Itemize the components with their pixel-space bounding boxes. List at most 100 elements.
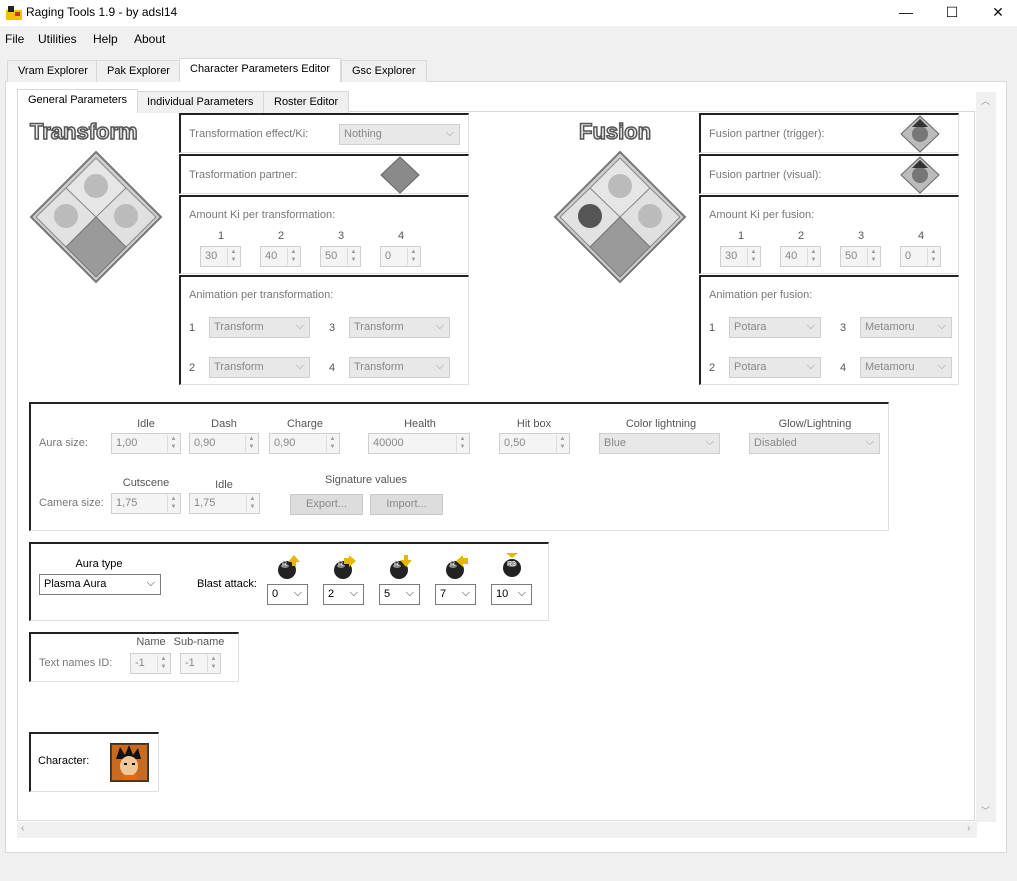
spin-arrows-icon[interactable]: ▲ ▼: [167, 495, 179, 512]
spin-arrows-icon[interactable]: ▲ ▼: [867, 248, 879, 265]
camera-idle-spin[interactable]: 1,75 ▲ ▼: [189, 493, 260, 514]
spin-arrows-icon[interactable]: ▲ ▼: [927, 248, 939, 265]
fusion-ki-spin-4[interactable]: 0 ▲ ▼: [900, 246, 941, 267]
scroll-down-icon[interactable]: ﹀: [981, 804, 990, 817]
partner-empty-icon[interactable]: [380, 156, 420, 194]
transformation-partner-label: Trasformation partner:: [189, 169, 298, 181]
blast-dropdown-1[interactable]: 0: [267, 584, 308, 605]
anim-dropdown-4[interactable]: Transform: [349, 357, 450, 378]
blast-dropdown-2[interactable]: 2: [323, 584, 364, 605]
fusion-ki-header-4: 4: [917, 230, 925, 242]
name-id-spin[interactable]: -1 ▲ ▼: [130, 653, 171, 674]
fusion-anim-dropdown-3[interactable]: Metamoru: [860, 317, 952, 338]
fusion-ki-value-2: 40: [785, 250, 798, 262]
spin-arrows-icon[interactable]: ▲ ▼: [407, 248, 419, 265]
ki-spin-3[interactable]: 50 ▲ ▼: [320, 246, 361, 267]
spin-arrows-icon[interactable]: ▲ ▼: [227, 248, 239, 265]
tab-gsc-explorer[interactable]: Gsc Explorer: [341, 60, 427, 82]
ki-spin-4[interactable]: 0 ▲ ▼: [380, 246, 421, 267]
tab-individual-parameters[interactable]: Individual Parameters: [136, 91, 265, 113]
fusion-ki-spin-2[interactable]: 40 ▲ ▼: [780, 246, 821, 267]
spin-arrows-icon[interactable]: ▲ ▼: [157, 655, 169, 672]
anim-dropdown-3[interactable]: Transform: [349, 317, 450, 338]
subname-id-value: -1: [185, 657, 195, 669]
vegeta-portrait-icon[interactable]: [900, 115, 940, 153]
scroll-right-icon[interactable]: ›: [967, 823, 970, 834]
transformation-effect-dropdown[interactable]: Nothing: [339, 124, 460, 145]
vegeta-portrait-icon[interactable]: [900, 156, 940, 194]
spin-arrows-icon[interactable]: ▲ ▼: [807, 248, 819, 265]
hitbox-spin[interactable]: 0,50 ▲ ▼: [499, 433, 570, 454]
spin-arrows-icon[interactable]: ▲ ▼: [347, 248, 359, 265]
anim-dropdown-2[interactable]: Transform: [209, 357, 310, 378]
minimize-button[interactable]: —: [883, 0, 929, 26]
transformation-animation-group: Animation per transformation: 1 Transfor…: [179, 275, 469, 385]
anim-num-3: 3: [329, 322, 336, 334]
glow-lightning-dropdown[interactable]: Disabled: [749, 433, 880, 454]
spin-arrows-icon[interactable]: ▲ ▼: [456, 435, 468, 452]
aura-type-group: Aura type Plasma Aura Blast attack: R 0 …: [29, 542, 549, 621]
spin-arrows-icon[interactable]: ▲ ▼: [747, 248, 759, 265]
export-button[interactable]: Export...: [290, 494, 363, 515]
health-spin[interactable]: 40000 ▲ ▼: [368, 433, 470, 454]
camera-size-label: Camera size:: [39, 497, 104, 509]
aura-idle-spin[interactable]: 1,00 ▲ ▼: [111, 433, 181, 454]
hitbox-header: Hit box: [516, 418, 552, 430]
r-down-icon: R: [390, 555, 412, 579]
menu-about[interactable]: About: [134, 32, 165, 46]
transform-title: Transform: [29, 118, 138, 145]
fusion-ki-header-3: 3: [857, 230, 865, 242]
r-left-icon: R: [446, 555, 468, 579]
scroll-up-icon[interactable]: ︿: [981, 94, 990, 107]
hitbox-value: 0,50: [504, 437, 526, 449]
ki-value-1: 30: [205, 250, 218, 262]
fusion-anim-dropdown-2[interactable]: Potara: [729, 357, 821, 378]
spin-arrows-icon[interactable]: ▲ ▼: [167, 435, 179, 452]
fusion-visual-group: Fusion partner (visual):: [699, 154, 959, 194]
aura-dash-spin[interactable]: 0,90 ▲ ▼: [189, 433, 259, 454]
scroll-left-icon[interactable]: ‹: [21, 823, 24, 834]
transform-portraits-icon: [29, 150, 163, 284]
spin-arrows-icon[interactable]: ▲ ▼: [326, 435, 338, 452]
spin-arrows-icon[interactable]: ▲ ▼: [246, 495, 258, 512]
spin-arrows-icon[interactable]: ▲ ▼: [556, 435, 568, 452]
fusion-ki-header-2: 2: [797, 230, 805, 242]
import-button[interactable]: Import...: [370, 494, 443, 515]
spin-arrows-icon[interactable]: ▲ ▼: [245, 435, 257, 452]
anim-dropdown-1[interactable]: Transform: [209, 317, 310, 338]
goku-portrait-icon[interactable]: [110, 743, 149, 782]
r3-icon: R3: [503, 553, 521, 577]
blast-dropdown-5[interactable]: 10: [491, 584, 532, 605]
fusion-animation-label: Animation per fusion:: [709, 289, 813, 301]
fusion-ki-spin-1[interactable]: 30 ▲ ▼: [720, 246, 761, 267]
spin-arrows-icon[interactable]: ▲ ▼: [287, 248, 299, 265]
spin-arrows-icon[interactable]: ▲ ▼: [207, 655, 219, 672]
vertical-scrollbar[interactable]: ︿ ﹀: [976, 92, 996, 822]
tab-pak-explorer[interactable]: Pak Explorer: [96, 60, 181, 82]
tab-general-parameters[interactable]: General Parameters: [17, 89, 139, 113]
ki-spin-1[interactable]: 30 ▲ ▼: [200, 246, 241, 267]
color-lightning-dropdown[interactable]: Blue: [599, 433, 720, 454]
aura-type-dropdown[interactable]: Plasma Aura: [39, 574, 161, 595]
aura-camera-group: Aura size: Idle Dash Charge Health Hit b…: [29, 402, 889, 531]
menu-file[interactable]: File: [5, 32, 24, 46]
close-button[interactable]: ✕: [975, 0, 1017, 26]
horizontal-scrollbar[interactable]: ‹ ›: [17, 822, 977, 838]
menu-help[interactable]: Help: [93, 32, 118, 46]
fusion-anim-dropdown-4[interactable]: Metamoru: [860, 357, 952, 378]
tab-character-parameters-editor[interactable]: Character Parameters Editor: [179, 58, 341, 82]
ki-spin-2[interactable]: 40 ▲ ▼: [260, 246, 301, 267]
cutscene-spin[interactable]: 1,75 ▲ ▼: [111, 493, 181, 514]
maximize-button[interactable]: ☐: [929, 0, 975, 26]
tab-vram-explorer[interactable]: Vram Explorer: [7, 60, 99, 82]
fusion-ki-spin-3[interactable]: 50 ▲ ▼: [840, 246, 881, 267]
fusion-anim-dropdown-1[interactable]: Potara: [729, 317, 821, 338]
subname-id-spin[interactable]: -1 ▲ ▼: [180, 653, 221, 674]
aura-charge-spin[interactable]: 0,90 ▲ ▼: [269, 433, 340, 454]
anim-num-2: 2: [189, 362, 196, 374]
blast-dropdown-3[interactable]: 5: [379, 584, 420, 605]
tab-roster-editor[interactable]: Roster Editor: [263, 91, 350, 113]
blast-dropdown-4[interactable]: 7: [435, 584, 476, 605]
menu-utilities[interactable]: Utilities: [38, 32, 77, 46]
fusion-anim-num-2: 2: [709, 362, 716, 374]
